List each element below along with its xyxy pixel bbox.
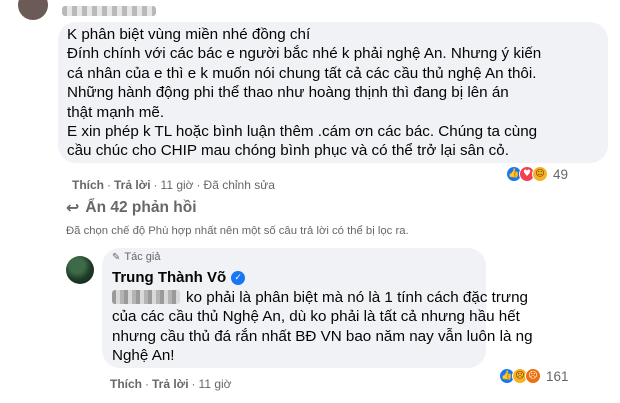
comment-line: Nghệ An!: [112, 347, 175, 365]
hide-replies-button[interactable]: ↩ Ẩn 42 phản hồi: [66, 198, 197, 217]
hide-replies-label: Ẩn 42 phản hồi: [85, 198, 197, 216]
timestamp[interactable]: 11 giờ: [161, 178, 194, 192]
comment-line: cầu chúc cho CHIP mau chóng bình phục và…: [67, 142, 509, 160]
reaction-summary[interactable]: 👍 ♥ ☺ 49: [504, 164, 573, 184]
reply-arrow-icon: ↩: [66, 198, 80, 217]
pen-icon: ✎: [112, 251, 121, 263]
comment-line: thật mạnh mẽ.: [67, 103, 165, 121]
timestamp[interactable]: 11 giờ: [199, 377, 232, 391]
comment-bubble: K phân biệt vùng miền nhé đồng chí Đính …: [58, 22, 608, 163]
author-name-text: Trung Thành Võ: [112, 269, 227, 286]
verified-icon: ✓: [231, 270, 246, 285]
comment-line: Những hành động phi thể thao như hoàng t…: [67, 84, 509, 102]
comment-actions: Thích · Trả lời · 11 giờ · Đã chỉnh sửa: [72, 178, 275, 192]
reply-bubble: ✎ Tác giả Trung Thành Võ ✓ ko phải là ph…: [102, 248, 533, 368]
angry-icon: ☹: [525, 368, 541, 384]
comment-text: ko phải là phân biệt mà nó là 1 tính các…: [112, 288, 533, 366]
reply-button[interactable]: Trả lời: [152, 377, 189, 391]
author-badge: ✎ Tác giả: [112, 251, 160, 263]
comment-line: K phân biệt vùng miền nhé đồng chí: [67, 26, 311, 43]
reply-button[interactable]: Trả lời: [114, 178, 151, 192]
avatar[interactable]: [18, 0, 48, 20]
reaction-count: 161: [546, 368, 569, 384]
comment-text: K phân biệt vùng miền nhé đồng chí Đính …: [67, 25, 541, 161]
comment-line: cá nhân của e thì e k muốn nói chung tất…: [67, 64, 537, 82]
previous-comment-header: [0, 0, 620, 20]
haha-icon: ☺: [532, 166, 548, 182]
like-button[interactable]: Thích: [72, 178, 104, 192]
comment-line: Đính chính với các bác e người bắc nhé k…: [67, 45, 542, 63]
edited-label: Đã chỉnh sửa: [203, 178, 275, 192]
reaction-summary[interactable]: 👍 ☹ ☹ 161: [497, 366, 573, 386]
comment-actions: Thích · Trả lời · 11 giờ: [110, 377, 232, 391]
comment-line: ko phải là phân biệt mà nó là 1 tính các…: [186, 289, 528, 306]
blurred-name: [62, 6, 156, 16]
filter-note: Đã chọn chế độ Phù hợp nhất nên một số c…: [66, 225, 409, 237]
author-name[interactable]: Trung Thành Võ ✓: [112, 269, 246, 286]
author-badge-label: Tác giả: [124, 251, 161, 263]
avatar[interactable]: [66, 256, 94, 284]
comment-line: của các cầu thủ Nghệ An, dù ko phải là t…: [112, 308, 520, 326]
comment-line: nhưng cầu thủ đá rắn nhất BĐ VN bao năm …: [112, 327, 533, 345]
comment-line: E xin phép k TL hoặc bình luận thêm .cám…: [67, 123, 538, 141]
like-button[interactable]: Thích: [110, 377, 142, 391]
reaction-count: 49: [553, 166, 569, 182]
